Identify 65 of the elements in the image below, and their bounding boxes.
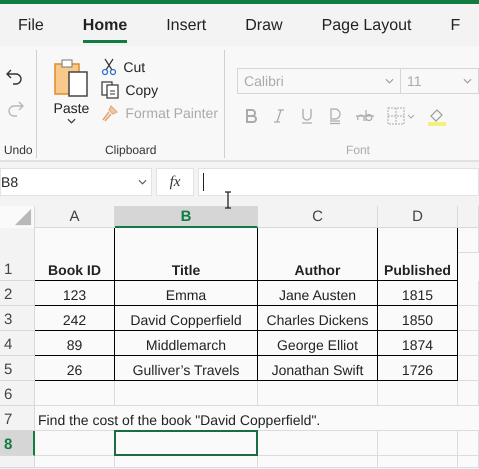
ribbon-tab[interactable]: F [450, 11, 460, 43]
table-cell: Book ID [48, 262, 101, 278]
chevron-down-icon [138, 179, 147, 185]
column-header[interactable]: D [378, 206, 458, 228]
underline-icon[interactable] [299, 107, 315, 125]
table-cell: Jane Austen [278, 287, 356, 303]
group-label: Clipboard [104, 143, 158, 158]
ribbon-tab[interactable]: Insert [166, 11, 206, 43]
column-header[interactable]: B [115, 206, 258, 228]
row-header[interactable] [0, 456, 35, 468]
borders-icon[interactable] [387, 107, 415, 125]
chevron-down-icon [66, 118, 76, 124]
group-label: Font [344, 143, 371, 158]
text-cursor-icon [224, 191, 232, 209]
table-cell: George Elliot [277, 337, 358, 353]
table-cell: 26 [66, 362, 82, 378]
name-box[interactable]: B8 [0, 168, 152, 196]
group-label: Undo [2, 143, 34, 158]
table-cell: 89 [66, 337, 82, 353]
row-header[interactable]: 3 [0, 306, 35, 331]
clipboard-command[interactable]: Cut [101, 58, 218, 76]
table-cell: 1874 [402, 337, 434, 353]
table-cell: Published [384, 262, 451, 278]
ribbon-tab[interactable]: Home [82, 11, 128, 43]
chevron-down-icon [463, 78, 472, 84]
copy-icon [101, 81, 120, 99]
table-cell: 1815 [402, 287, 434, 303]
table-cell: Middlemarch [146, 337, 226, 353]
double-underline-icon[interactable] [327, 107, 343, 125]
cell-text: Find the cost of the book "David Copperfield". [38, 412, 320, 428]
table-cell: Charles Dickens [266, 312, 368, 328]
chevron-down-icon [385, 78, 394, 84]
italic-icon[interactable] [271, 107, 287, 125]
ribbon-tab[interactable]: File [18, 11, 44, 43]
row-header[interactable]: 7 [0, 406, 35, 431]
insert-function-button[interactable]: fx [156, 168, 194, 196]
clipboard-command[interactable]: Copy [101, 81, 218, 99]
ribbon-tab[interactable]: Draw [245, 11, 283, 43]
table-cell: Emma [166, 287, 206, 303]
table-cell: Gulliver’s Travels [132, 362, 240, 378]
table-cell: 1850 [402, 312, 434, 328]
paste-button[interactable]: Paste [37, 58, 94, 124]
column-header[interactable]: A [35, 206, 115, 228]
table-cell: Title [172, 262, 200, 278]
select-all-icon[interactable] [14, 208, 32, 226]
bold-icon[interactable] [243, 107, 259, 125]
paintbrush-icon [101, 104, 120, 122]
row-header[interactable]: 8 [0, 431, 35, 456]
ribbon-tab[interactable]: Page Layout [322, 11, 412, 43]
row-header[interactable]: 1 [0, 228, 35, 281]
table-cell: Author [294, 262, 340, 278]
column-header[interactable]: C [258, 206, 378, 228]
row-header[interactable]: 5 [0, 356, 35, 381]
clipboard-icon [53, 58, 90, 98]
row-header[interactable]: 2 [0, 281, 35, 306]
table-cell: 123 [62, 287, 86, 303]
table-cell: Jonathan Swift [272, 362, 364, 378]
table-cell: 1726 [402, 362, 434, 378]
column-header[interactable] [458, 206, 479, 228]
row-header[interactable]: 4 [0, 331, 35, 356]
formula-input[interactable] [198, 168, 479, 196]
scissors-icon [101, 58, 118, 76]
row-header[interactable]: 6 [0, 381, 35, 406]
table-cell: David Copperfield [130, 312, 242, 328]
table-cell: 242 [62, 312, 86, 328]
